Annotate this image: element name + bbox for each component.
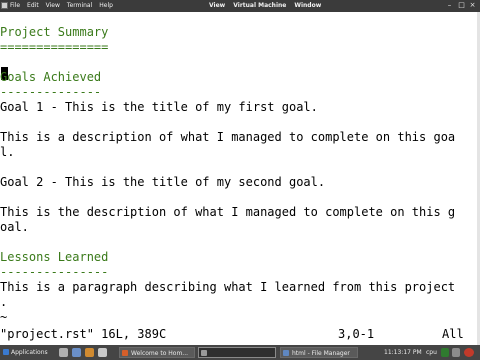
minimize-icon[interactable]: – [446, 2, 453, 9]
vm-menu-view[interactable]: View [209, 0, 225, 12]
editor-line: . [0, 295, 8, 309]
network-icon [452, 348, 460, 357]
menu-view[interactable]: View [46, 0, 60, 12]
vm-menu: View Virtual Machine Window [209, 0, 321, 12]
vim-editor[interactable]: Project Summary =============== Goals Achi… [0, 12, 478, 345]
clock[interactable]: 11:13:17 PM [384, 347, 424, 358]
taskbar-window-terminal[interactable] [198, 347, 276, 358]
cpu-monitor-label: cpu [426, 349, 437, 356]
terminal-icon [1, 2, 8, 9]
folder-icon [283, 350, 289, 356]
editor-line: Project Summary [0, 25, 109, 39]
top-menu-bar: File Edit View Terminal Help View Virtua… [0, 0, 480, 12]
vm-menu-virtual-machine[interactable]: Virtual Machine [233, 0, 286, 12]
taskbar-window-welcome[interactable]: Welcome to Hom... [119, 347, 195, 358]
editor-line: This is a paragraph describing what I le… [0, 280, 456, 294]
browser-icon [122, 350, 128, 356]
vm-menu-window[interactable]: Window [294, 0, 321, 12]
menu-terminal[interactable]: Terminal [67, 0, 92, 12]
status-file-info: "project.rst" 16L, 389C [0, 327, 167, 341]
status-scroll-position: All [442, 327, 464, 341]
close-icon[interactable]: × [469, 2, 476, 9]
status-cursor-position: 3,0-1 [338, 327, 375, 341]
editor-line: oal. [0, 220, 29, 234]
launcher-browser-icon[interactable] [85, 348, 94, 357]
menu-help[interactable]: Help [99, 0, 113, 12]
applications-label: Applications [11, 349, 48, 356]
menu-file[interactable]: File [10, 0, 20, 12]
power-icon[interactable] [464, 348, 474, 357]
taskbar: Applications Welcome to Hom... html - Fi… [0, 345, 480, 360]
editor-line: Goal 1 - This is the title of my first g… [0, 100, 318, 114]
taskbar-window-label: html - File Manager [292, 350, 350, 357]
menu-edit[interactable]: Edit [27, 0, 39, 12]
launcher-terminal-icon[interactable] [59, 348, 68, 357]
editor-line: --------------- [0, 265, 109, 279]
editor-line: ~ [0, 310, 8, 324]
editor-line: This is a description of what I managed … [0, 130, 456, 144]
editor-line: Goal 2 - This is the title of my second … [0, 175, 326, 189]
taskbar-window-label: Welcome to Hom... [131, 350, 189, 357]
launcher-files-icon[interactable] [72, 348, 81, 357]
launcher-editor-icon[interactable] [98, 348, 107, 357]
editor-line: Goals Achieved [0, 70, 102, 84]
editor-line: Lessons Learned [0, 250, 109, 264]
terminal-menu: File Edit View Terminal Help [10, 0, 113, 12]
applications-menu[interactable]: Applications [1, 347, 55, 358]
editor-line: =============== [0, 40, 109, 54]
editor-line: -------------- [0, 85, 102, 99]
cpu-graph-icon [441, 348, 449, 357]
applications-icon [3, 349, 9, 355]
editor-line: This is the description of what I manage… [0, 205, 456, 219]
terminal-icon [201, 350, 207, 356]
maximize-icon[interactable]: □ [458, 2, 465, 9]
taskbar-window-file-manager[interactable]: html - File Manager [280, 347, 358, 358]
editor-line: l. [0, 145, 15, 159]
